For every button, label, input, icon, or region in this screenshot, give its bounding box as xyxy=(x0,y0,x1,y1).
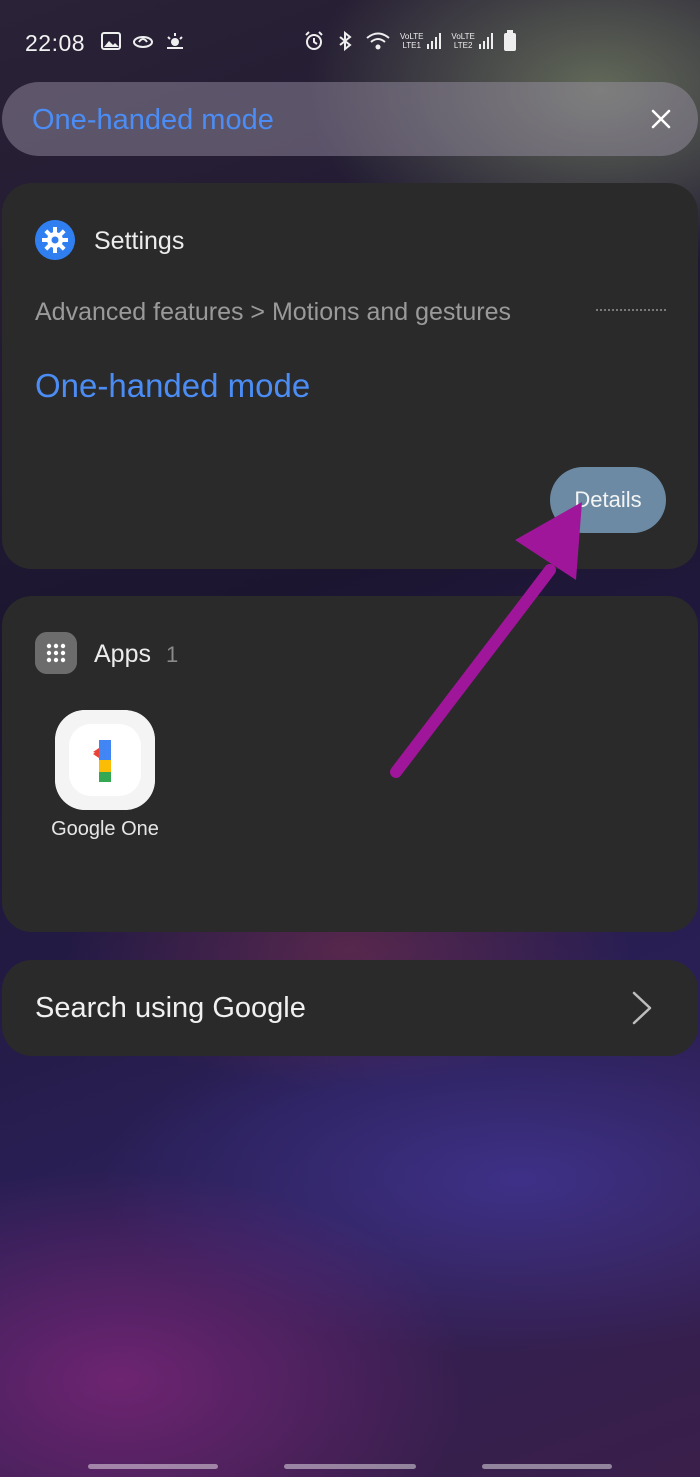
status-bar: 22:08 VoLTE LTE1 VoLTE LTE2 xyxy=(0,0,700,86)
app-label-google-one: Google One xyxy=(51,818,159,840)
lte2-label: LTE2 xyxy=(453,41,473,50)
close-icon[interactable] xyxy=(646,104,676,134)
bluetooth-icon xyxy=(339,30,352,52)
status-left-icons xyxy=(100,30,186,52)
status-time: 22:08 xyxy=(25,30,86,56)
apps-section-title: Apps xyxy=(94,640,151,668)
sync-icon xyxy=(133,36,153,48)
status-right-icons: VoLTE LTE1 VoLTE LTE2 xyxy=(303,30,517,52)
apps-grid-icon xyxy=(35,632,77,674)
search-bar[interactable]: One-handed mode xyxy=(2,82,698,156)
search-using-google-card[interactable]: Search using Google xyxy=(2,960,698,1056)
divider-dots xyxy=(596,309,666,311)
nav-bar xyxy=(0,1456,700,1477)
alarm-icon xyxy=(305,31,323,50)
settings-app-name: Settings xyxy=(94,227,185,255)
search-using-google-label: Search using Google xyxy=(35,992,306,1024)
result-title[interactable]: One-handed mode xyxy=(35,367,310,405)
nav-home-handle[interactable] xyxy=(284,1464,416,1469)
apps-count: 1 xyxy=(166,642,179,667)
volte-label: VoLTE xyxy=(451,32,475,41)
gallery-icon xyxy=(101,32,121,50)
volte-label: VoLTE xyxy=(400,32,424,41)
gear-icon xyxy=(35,220,75,260)
battery-icon xyxy=(503,30,516,51)
weather-icon xyxy=(167,33,183,49)
signal-lte1-icon: VoLTE LTE1 xyxy=(400,32,442,50)
chevron-right-icon xyxy=(632,991,652,1025)
google-one-icon[interactable] xyxy=(55,710,155,810)
search-input[interactable]: One-handed mode xyxy=(32,104,274,137)
signal-lte2-icon: VoLTE LTE2 xyxy=(451,32,493,50)
nav-back-handle[interactable] xyxy=(88,1464,218,1469)
wifi-icon xyxy=(366,32,390,50)
lte1-label: LTE1 xyxy=(402,41,421,50)
nav-recents-handle[interactable] xyxy=(482,1464,612,1469)
breadcrumb: Advanced features > Motions and gestures xyxy=(35,298,511,326)
arrow-pointer-annotation xyxy=(390,502,582,778)
